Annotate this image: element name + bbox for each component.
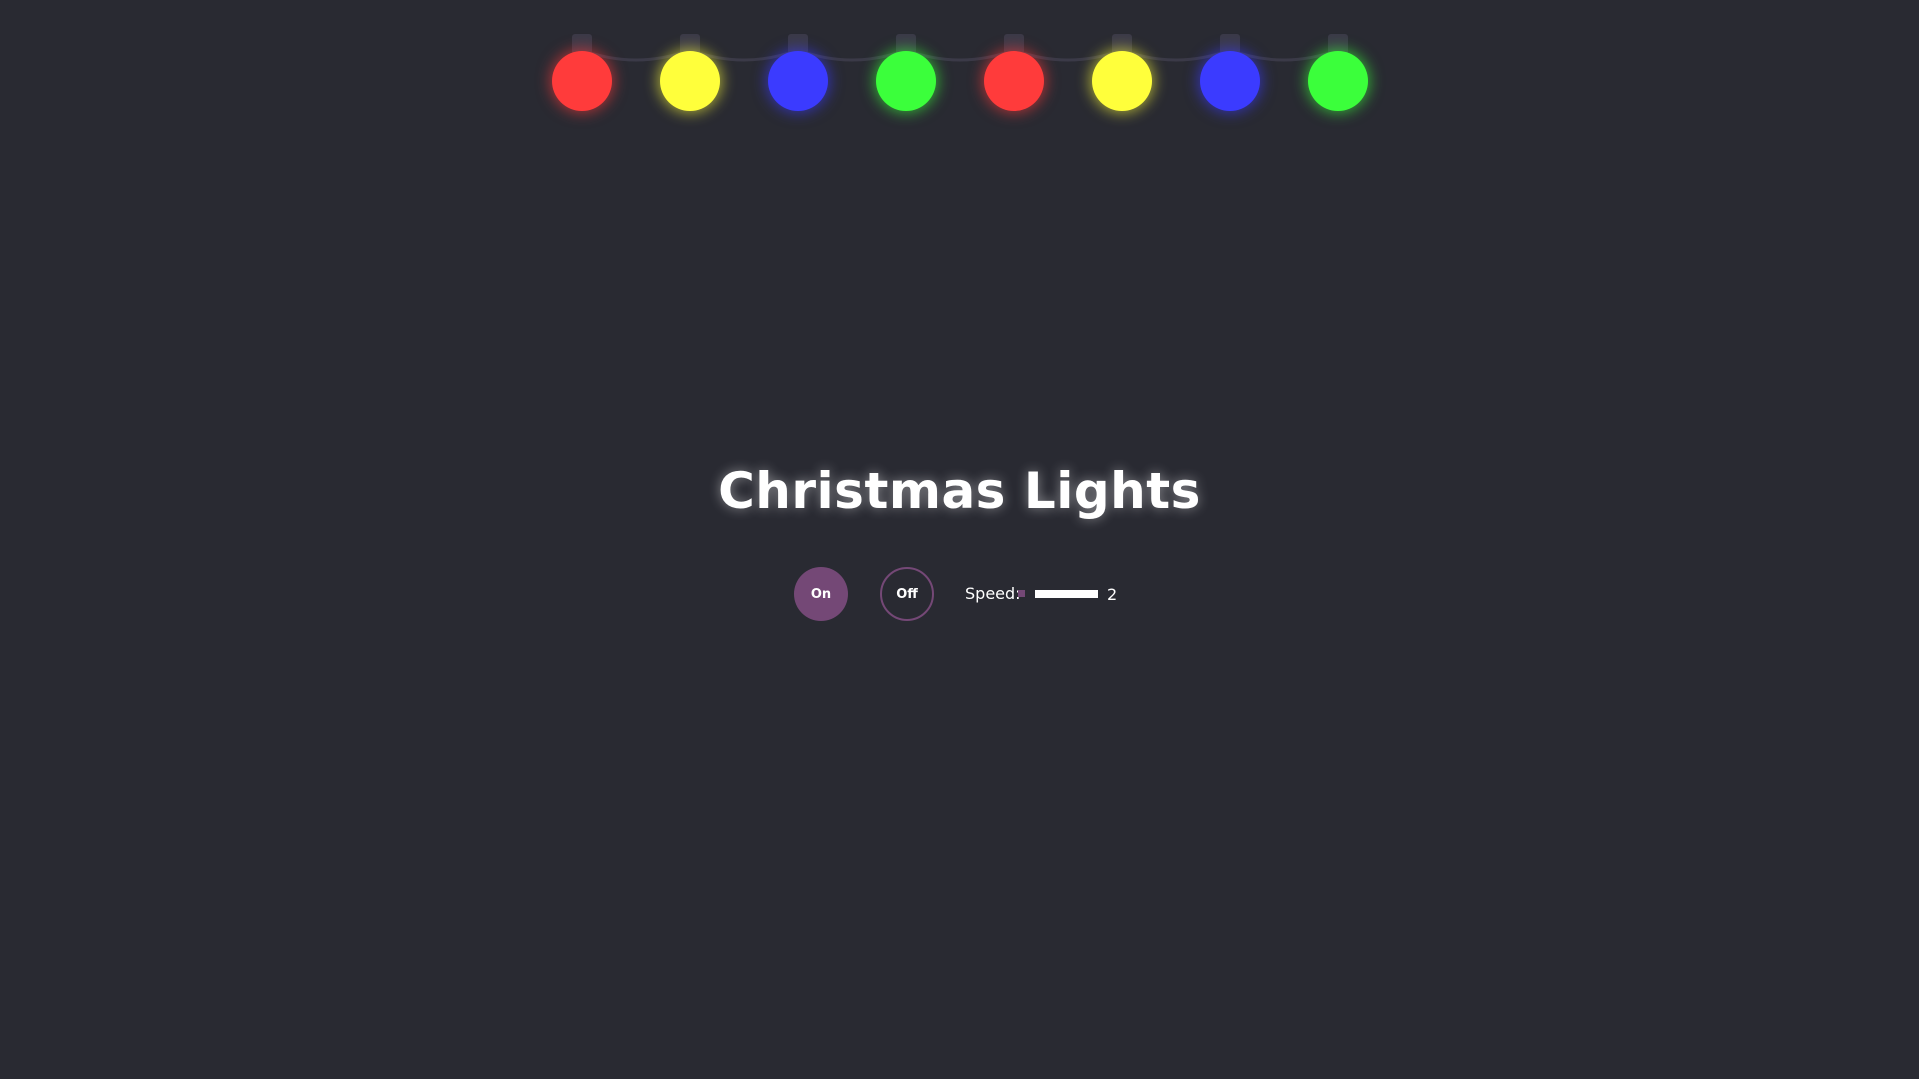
bulb-glass [1092,51,1152,111]
bulb-glass [1200,51,1260,111]
bulb-5 [983,30,1045,116]
page-title: Christmas Lights [718,462,1201,520]
speed-slider-thumb[interactable] [1018,590,1025,597]
bulb-glass [768,51,828,111]
wire [581,48,1339,62]
off-button[interactable]: Off [880,567,934,621]
controls: On Off Speed: 2 [0,567,1919,621]
bulb-6 [1091,30,1153,116]
bulb-8 [1307,30,1369,116]
bulb-glass [984,51,1044,111]
bulb-4 [875,30,937,116]
bulb-glass [660,51,720,111]
bulb-2 [659,30,721,116]
speed-slider-track[interactable] [1035,590,1098,598]
on-button[interactable]: On [794,567,848,621]
bulb-3 [767,30,829,116]
bulb-1 [551,30,613,116]
lights-strand [0,0,1919,140]
speed-value: 2 [1107,585,1118,604]
bulb-glass [552,51,612,111]
christmas-lights-page: Christmas Lights On Off Speed: 2 [0,0,1919,1079]
bulb-glass [876,51,936,111]
bulb-glass [1308,51,1368,111]
speed-label: Speed: [965,584,1021,603]
bulb-7 [1199,30,1261,116]
